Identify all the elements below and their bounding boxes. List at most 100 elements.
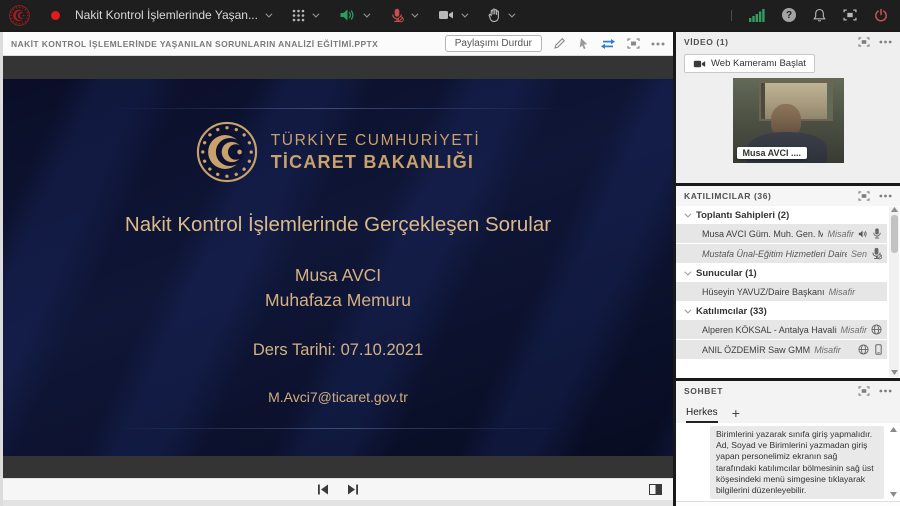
participants-pod-menu-icon[interactable] — [879, 194, 892, 198]
start-webcam-button[interactable]: Web Kameramı Başlat — [684, 54, 815, 73]
org-name-line1: TÜRKİYE CUMHURİYETİ — [271, 132, 481, 150]
participants-scrollbar[interactable] — [889, 207, 899, 377]
participants-list: Toplantı Sahipleri (2) Musa AVCI Güm. Mu… — [676, 206, 900, 378]
participant-row[interactable]: ANIL ÖZDEMİR Saw GMM Misafir — [676, 340, 887, 359]
scroll-down-icon[interactable] — [891, 370, 898, 375]
video-pod-fullscreen-icon[interactable] — [858, 37, 870, 47]
chat-pod: SOHBET Herkes + — [676, 381, 900, 506]
help-icon[interactable]: ? — [782, 8, 796, 22]
webcam-chevron-icon — [461, 10, 468, 17]
section-presenters[interactable]: Sunucular (1) — [676, 264, 887, 282]
mobile-device-icon — [875, 344, 882, 355]
next-slide-button[interactable] — [347, 484, 359, 495]
ministry-logo-red-icon — [9, 5, 30, 26]
slide-date-line: Ders Tarihi: 07.10.2021 — [3, 341, 673, 360]
slide-navigation-bar — [3, 478, 673, 500]
collapse-chevron-icon — [684, 306, 691, 313]
chat-pod-fullscreen-icon[interactable] — [858, 386, 870, 396]
chat-pod-header: SOHBET — [676, 381, 900, 401]
pod-menu-icon[interactable] — [651, 42, 665, 46]
webcam-button[interactable] — [438, 9, 466, 21]
share-pod-header: NAKİT KONTROL İŞLEMLERİNDE YAŞANILAN SOR… — [3, 32, 673, 56]
pods-menu-chevron-icon — [312, 10, 319, 17]
section-hosts[interactable]: Toplantı Sahipleri (2) — [676, 206, 887, 224]
speaker-chevron-icon — [363, 10, 370, 17]
shared-document-title: NAKİT KONTROL İŞLEMLERİNDE YAŞANILAN SOR… — [11, 39, 378, 49]
previous-slide-button[interactable] — [317, 484, 329, 495]
speaker-button[interactable] — [339, 8, 368, 22]
web-connection-icon — [858, 344, 869, 355]
mic-muted-icon[interactable] — [871, 247, 882, 260]
video-pod-title: VİDEO (1) — [684, 37, 729, 47]
raise-hand-button[interactable] — [488, 8, 513, 22]
slide-decor-line-top — [110, 108, 566, 109]
exit-power-icon[interactable] — [874, 8, 888, 22]
chat-message: Birimlerini yazarak sınıfa giriş yapmalı… — [710, 426, 884, 499]
collapse-chevron-icon — [684, 210, 691, 217]
camera-icon — [693, 59, 706, 69]
mic-on-icon[interactable] — [872, 227, 882, 240]
mic-chevron-icon — [411, 10, 418, 17]
participant-row[interactable]: Mustafa Ünal-Eğitim Hizmetleri Dairesi S… — [676, 244, 887, 263]
video-pod: VİDEO (1) — [676, 32, 900, 183]
stop-sharing-button[interactable]: Paylaşımı Durdur — [445, 35, 542, 52]
presenter-name: Musa AVCI — [3, 263, 673, 288]
pod-fullscreen-icon[interactable] — [627, 38, 640, 49]
participant-row[interactable]: Alperen KÖKSAL - Antalya Havalimanı KİBA… — [676, 320, 887, 339]
org-name-line2: TİCARET BAKANLIĞI — [271, 152, 481, 173]
participant-video[interactable]: Musa AVCI .... — [733, 78, 844, 163]
microphone-muted-button[interactable] — [390, 8, 416, 23]
slide-decor-line-bottom — [110, 428, 566, 429]
presentation-slide: TÜRKİYE CUMHURİYETİ TİCARET BAKANLIĞI Na… — [3, 79, 673, 456]
participant-row[interactable]: Hüseyin YAVUZ/Daire Başkanı Misafir — [676, 282, 887, 301]
video-pod-header: VİDEO (1) — [676, 32, 900, 52]
topbar-right-icons: ? — [731, 8, 888, 22]
share-pod: NAKİT KONTROL İŞLEMLERİNDE YAŞANILAN SOR… — [3, 32, 673, 500]
participants-pod-title: KATILIMCILAR (36) — [684, 191, 771, 201]
top-menu-bar: Nakit Kontrol İşlemlerinde Yaşan... — [0, 0, 900, 30]
ministry-emblem-icon — [196, 121, 258, 183]
chat-pod-title: SOHBET — [684, 386, 723, 396]
sync-icon[interactable] — [600, 38, 616, 50]
section-participants[interactable]: Katılımcılar (33) — [676, 302, 887, 320]
speaking-icon — [858, 229, 868, 239]
add-chat-tab-button[interactable]: + — [732, 405, 740, 423]
chat-scroll-up-icon[interactable] — [890, 427, 897, 432]
chat-messages-area[interactable]: Birimlerini yazarak sınıfa giriş yapmalı… — [676, 423, 900, 501]
web-connection-icon — [871, 324, 882, 335]
grid-icon — [292, 9, 305, 22]
notifications-bell-icon[interactable] — [813, 8, 826, 22]
slide-email: M.Avci7@ticaret.gov.tr — [3, 389, 673, 405]
start-webcam-label: Web Kameramı Başlat — [711, 58, 806, 69]
draw-pencil-icon[interactable] — [553, 37, 566, 50]
collapse-chevron-icon — [684, 268, 691, 275]
connection-signal-icon[interactable] — [749, 9, 765, 22]
participant-row[interactable]: Musa AVCI Güm. Muh. Gen. Müd Misafir — [676, 224, 887, 243]
slide-presenter-block: Musa AVCI Muhafaza Memuru — [3, 263, 673, 312]
chat-input-row: ! — [676, 501, 900, 506]
app-window: Nakit Kontrol İşlemlerinde Yaşan... — [0, 0, 900, 506]
sidebar-toggle-icon[interactable] — [649, 484, 662, 495]
pods-menu-button[interactable] — [292, 9, 317, 22]
video-name-label: Musa AVCI .... — [737, 147, 808, 159]
slide-title: Nakit Kontrol İşlemlerinde Gerçekleşen S… — [3, 213, 673, 237]
fullscreen-icon[interactable] — [843, 9, 857, 21]
meeting-title: Nakit Kontrol İşlemlerinde Yaşan... — [75, 8, 258, 22]
presenter-role: Muhafaza Memuru — [3, 288, 673, 313]
chat-scroll-down-icon[interactable] — [890, 492, 897, 497]
scrollbar-thumb[interactable] — [891, 215, 898, 253]
pointer-icon[interactable] — [577, 37, 589, 50]
raise-hand-icon — [488, 8, 501, 22]
scroll-up-icon[interactable] — [891, 207, 898, 212]
bottom-strip — [3, 500, 673, 506]
video-pod-menu-icon[interactable] — [879, 40, 892, 44]
participants-pod-fullscreen-icon[interactable] — [858, 191, 870, 201]
chat-tab-everyone[interactable]: Herkes — [686, 407, 718, 423]
meeting-menu-chevron-icon[interactable] — [265, 10, 272, 17]
raise-hand-chevron-icon — [508, 10, 515, 17]
chat-pod-menu-icon[interactable] — [879, 389, 892, 393]
ministry-logo-block: TÜRKİYE CUMHURİYETİ TİCARET BAKANLIĞI — [3, 121, 673, 183]
divider — [731, 10, 732, 21]
participants-pod-header: KATILIMCILAR (36) — [676, 186, 900, 206]
video-stage: Musa AVCI .... — [676, 73, 900, 183]
